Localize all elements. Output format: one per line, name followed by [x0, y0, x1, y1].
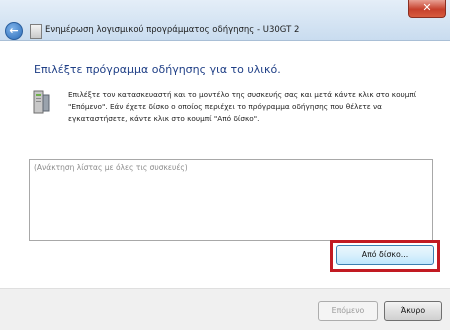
window-title: Ενημέρωση λογισμικού προγράμματος οδήγησ… — [45, 25, 300, 35]
back-arrow-icon[interactable]: ← — [5, 22, 23, 40]
hardware-device-icon — [33, 90, 50, 114]
have-disk-button[interactable]: Από δίσκο... — [336, 245, 434, 265]
title-bar: ← Ενημέρωση λογισμικού προγράμματος οδήγ… — [0, 0, 450, 41]
instructions-text: Επιλέξτε τον κατασκευαστή και το μοντέλο… — [68, 90, 417, 123]
device-manager-icon — [30, 24, 42, 39]
device-list[interactable]: (Ανάκτηση λίστας με όλες τις συσκευές) — [29, 159, 433, 241]
cancel-button[interactable]: Άκυρο — [384, 301, 442, 321]
device-list-status: (Ανάκτηση λίστας με όλες τις συσκευές) — [34, 163, 188, 172]
next-button[interactable]: Επόμενο — [318, 301, 378, 321]
footer-bar: Επόμενο Άκυρο — [0, 288, 450, 330]
page-heading: Επιλέξτε πρόγραμμα οδήγησης για το υλικό… — [34, 63, 281, 76]
wizard-content: Επιλέξτε πρόγραμμα οδήγησης για το υλικό… — [0, 41, 450, 288]
close-button[interactable]: ✕ — [408, 0, 446, 18]
